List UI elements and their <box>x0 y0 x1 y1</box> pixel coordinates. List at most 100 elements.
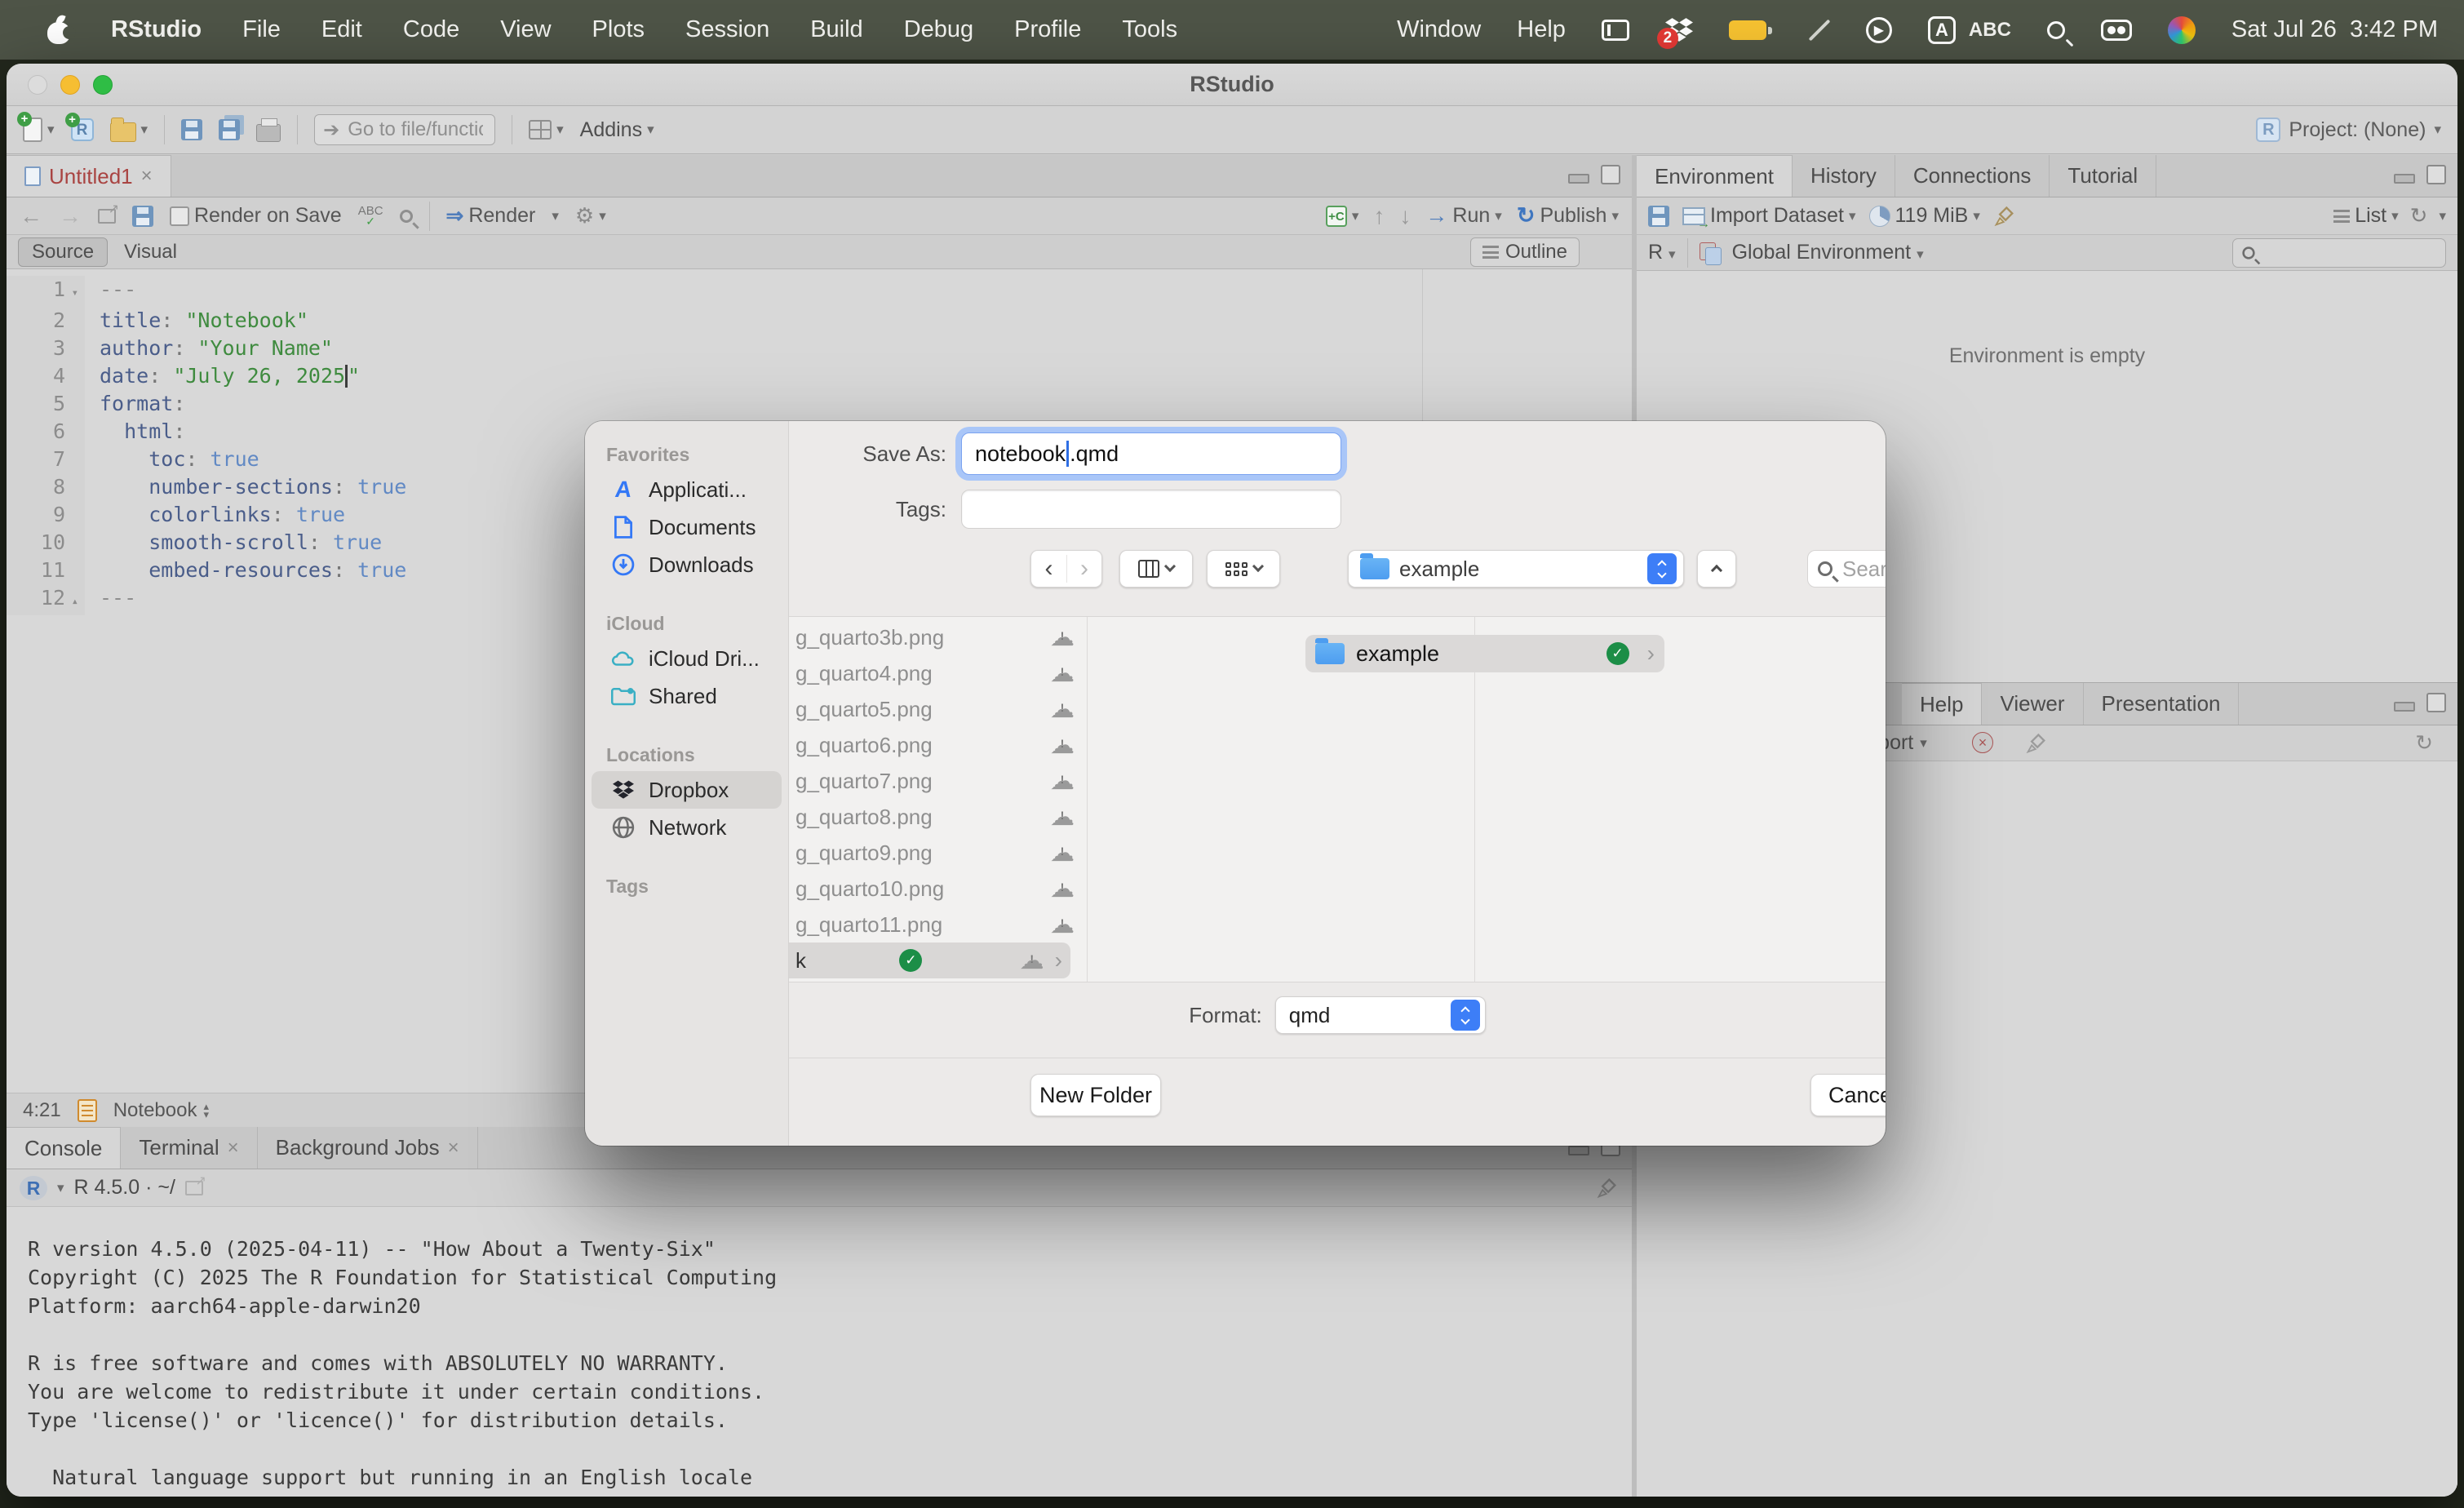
save-document-icon[interactable] <box>132 206 153 227</box>
find-replace-icon[interactable] <box>400 210 413 223</box>
save-all-button[interactable] <box>219 119 240 140</box>
control-center-icon[interactable] <box>2101 20 2132 41</box>
new-folder-button[interactable]: New Folder <box>1030 1074 1161 1116</box>
close-tab-icon[interactable]: × <box>228 1137 239 1160</box>
file-row[interactable]: g_quarto4.png☁ <box>789 655 1087 691</box>
spotlight-icon[interactable] <box>2047 21 2065 39</box>
file-row[interactable]: g_quarto6.png☁ <box>789 727 1087 763</box>
column-view-button[interactable] <box>1119 550 1193 588</box>
sidebar-item-downloads[interactable]: Downloads <box>592 546 782 583</box>
project-menu-button[interactable]: R Project: (None)▾ <box>2256 118 2441 142</box>
tab-presentation[interactable]: Presentation <box>2084 683 2240 725</box>
run-button[interactable]: →Run▾ <box>1425 203 1501 228</box>
back-icon[interactable]: ← <box>20 203 42 229</box>
tab-tutorial[interactable]: Tutorial <box>2050 155 2156 197</box>
sidebar-item-documents[interactable]: Documents <box>592 508 782 546</box>
dialog-search-input[interactable] <box>1841 556 1886 583</box>
r-version-caret[interactable]: ▾ <box>57 1180 64 1196</box>
minimize-pane-icon[interactable] <box>2394 174 2415 184</box>
render-options-caret[interactable]: ▾ <box>552 208 559 224</box>
dropbox-menu-icon[interactable]: 2 <box>1665 18 1693 42</box>
outline-button[interactable]: Outline <box>1470 237 1580 267</box>
sidebar-item-dropbox[interactable]: Dropbox <box>592 771 782 809</box>
remove-plot-icon[interactable]: × <box>1972 732 1993 753</box>
dialog-search-box[interactable] <box>1807 550 1886 588</box>
color-wheel-app-icon[interactable] <box>2168 16 2196 44</box>
menu-profile[interactable]: Profile <box>1014 16 1081 43</box>
code-line[interactable]: 1▾--- <box>7 276 1632 307</box>
clear-viewer-icon[interactable] <box>2025 732 2048 755</box>
tab-terminal[interactable]: Terminal × <box>121 1127 257 1169</box>
code-line[interactable]: 2title: "Notebook" <box>7 307 1632 335</box>
save-as-input[interactable]: notebook.qmd <box>961 432 1341 475</box>
menu-build[interactable]: Build <box>810 16 863 43</box>
code-line[interactable]: 3author: "Your Name" <box>7 335 1632 362</box>
menu-file[interactable]: File <box>242 16 281 43</box>
minimize-pane-icon[interactable] <box>1568 1146 1589 1155</box>
forward-button[interactable]: › <box>1066 555 1101 583</box>
maximize-pane-icon[interactable] <box>2426 165 2446 184</box>
source-mode-button[interactable]: Source <box>18 237 108 267</box>
file-row[interactable]: g_quarto8.png☁ <box>789 799 1087 835</box>
battery-icon[interactable] <box>1729 20 1766 40</box>
tab-help[interactable]: Help <box>1902 683 1982 725</box>
clear-console-icon[interactable] <box>1596 1177 1619 1200</box>
visual-mode-button[interactable]: Visual <box>111 238 190 266</box>
save-workspace-icon[interactable] <box>1648 206 1669 227</box>
menu-session[interactable]: Session <box>685 16 769 43</box>
insert-chunk-button[interactable]: +C▾ <box>1326 206 1359 227</box>
display-icon[interactable] <box>1602 20 1629 41</box>
cancel-button[interactable]: Cancel <box>1810 1074 1886 1116</box>
r-language-selector[interactable]: R ▾ <box>1648 241 1676 264</box>
minimize-pane-icon[interactable] <box>1568 174 1589 184</box>
menu-tools[interactable]: Tools <box>1122 16 1177 43</box>
memory-usage-button[interactable]: 119 MiB▾ <box>1869 204 1980 228</box>
menu-code[interactable]: Code <box>403 16 459 43</box>
file-row[interactable]: g_quarto10.png☁ <box>789 871 1087 907</box>
file-row[interactable]: g_quarto11.png☁ <box>789 907 1087 942</box>
publish-button[interactable]: ↻Publish▾ <box>1517 203 1619 228</box>
refresh-icon[interactable]: ↻ <box>2410 203 2428 228</box>
tab-connections[interactable]: Connections <box>1895 155 2050 197</box>
run-next-icon[interactable]: ↓ <box>1399 203 1411 229</box>
menu-edit[interactable]: Edit <box>321 16 362 43</box>
tab-background-jobs[interactable]: Background Jobs × <box>258 1127 478 1169</box>
goto-file-function-input[interactable] <box>346 118 485 142</box>
run-previous-icon[interactable]: ↑ <box>1373 203 1385 229</box>
code-line[interactable]: 4date: "July 26, 2025" <box>7 362 1632 390</box>
menu-plots[interactable]: Plots <box>592 16 645 43</box>
apple-menu-icon[interactable] <box>47 16 70 44</box>
cursor-position[interactable]: 4:21 <box>23 1099 61 1122</box>
file-row[interactable]: g_quarto5.png☁ <box>789 691 1087 727</box>
code-line[interactable]: 5format: <box>7 390 1632 418</box>
new-file-button[interactable]: +▾ <box>23 118 55 142</box>
back-button[interactable]: ‹ <box>1031 555 1066 583</box>
menu-view[interactable]: View <box>500 16 551 43</box>
location-dropdown[interactable]: example <box>1348 550 1684 588</box>
sidebar-item-network[interactable]: Network <box>592 809 782 846</box>
sidebar-item-shared[interactable]: Shared <box>592 677 782 715</box>
minimize-pane-icon[interactable] <box>2394 702 2415 712</box>
refresh-options-caret[interactable]: ▾ <box>2439 208 2446 224</box>
render-button[interactable]: ⇒Render <box>446 203 536 228</box>
tab-environment[interactable]: Environment <box>1637 155 1793 197</box>
sidebar-item-applicati[interactable]: AApplicati... <box>592 471 782 508</box>
stylus-icon[interactable] <box>1802 16 1830 44</box>
menu-window[interactable]: Window <box>1397 16 1481 43</box>
open-file-button[interactable]: ▾ <box>110 118 148 142</box>
menu-bar-clock[interactable]: Sat Jul 26 3:42 PM <box>2231 16 2438 43</box>
environment-search-box[interactable] <box>2232 238 2446 268</box>
menu-debug[interactable]: Debug <box>904 16 973 43</box>
collapse-panel-button[interactable] <box>1697 550 1736 588</box>
file-row[interactable]: g_quarto3b.png☁ <box>789 619 1087 655</box>
tab-console[interactable]: Console <box>7 1127 121 1169</box>
goto-file-function-box[interactable]: ➔ <box>314 114 495 145</box>
console-output[interactable]: R version 4.5.0 (2025-04-11) -- "How Abo… <box>7 1207 1632 1492</box>
input-source-icon[interactable]: A <box>1928 16 1956 44</box>
checkbox-icon[interactable] <box>170 206 189 226</box>
input-source-label[interactable]: ABC <box>1969 19 2011 42</box>
file-row[interactable]: g_quarto7.png☁ <box>789 763 1087 799</box>
print-button[interactable] <box>256 118 281 142</box>
forward-icon[interactable]: → <box>59 203 82 229</box>
document-options-button[interactable]: ⚙▾ <box>575 203 606 228</box>
